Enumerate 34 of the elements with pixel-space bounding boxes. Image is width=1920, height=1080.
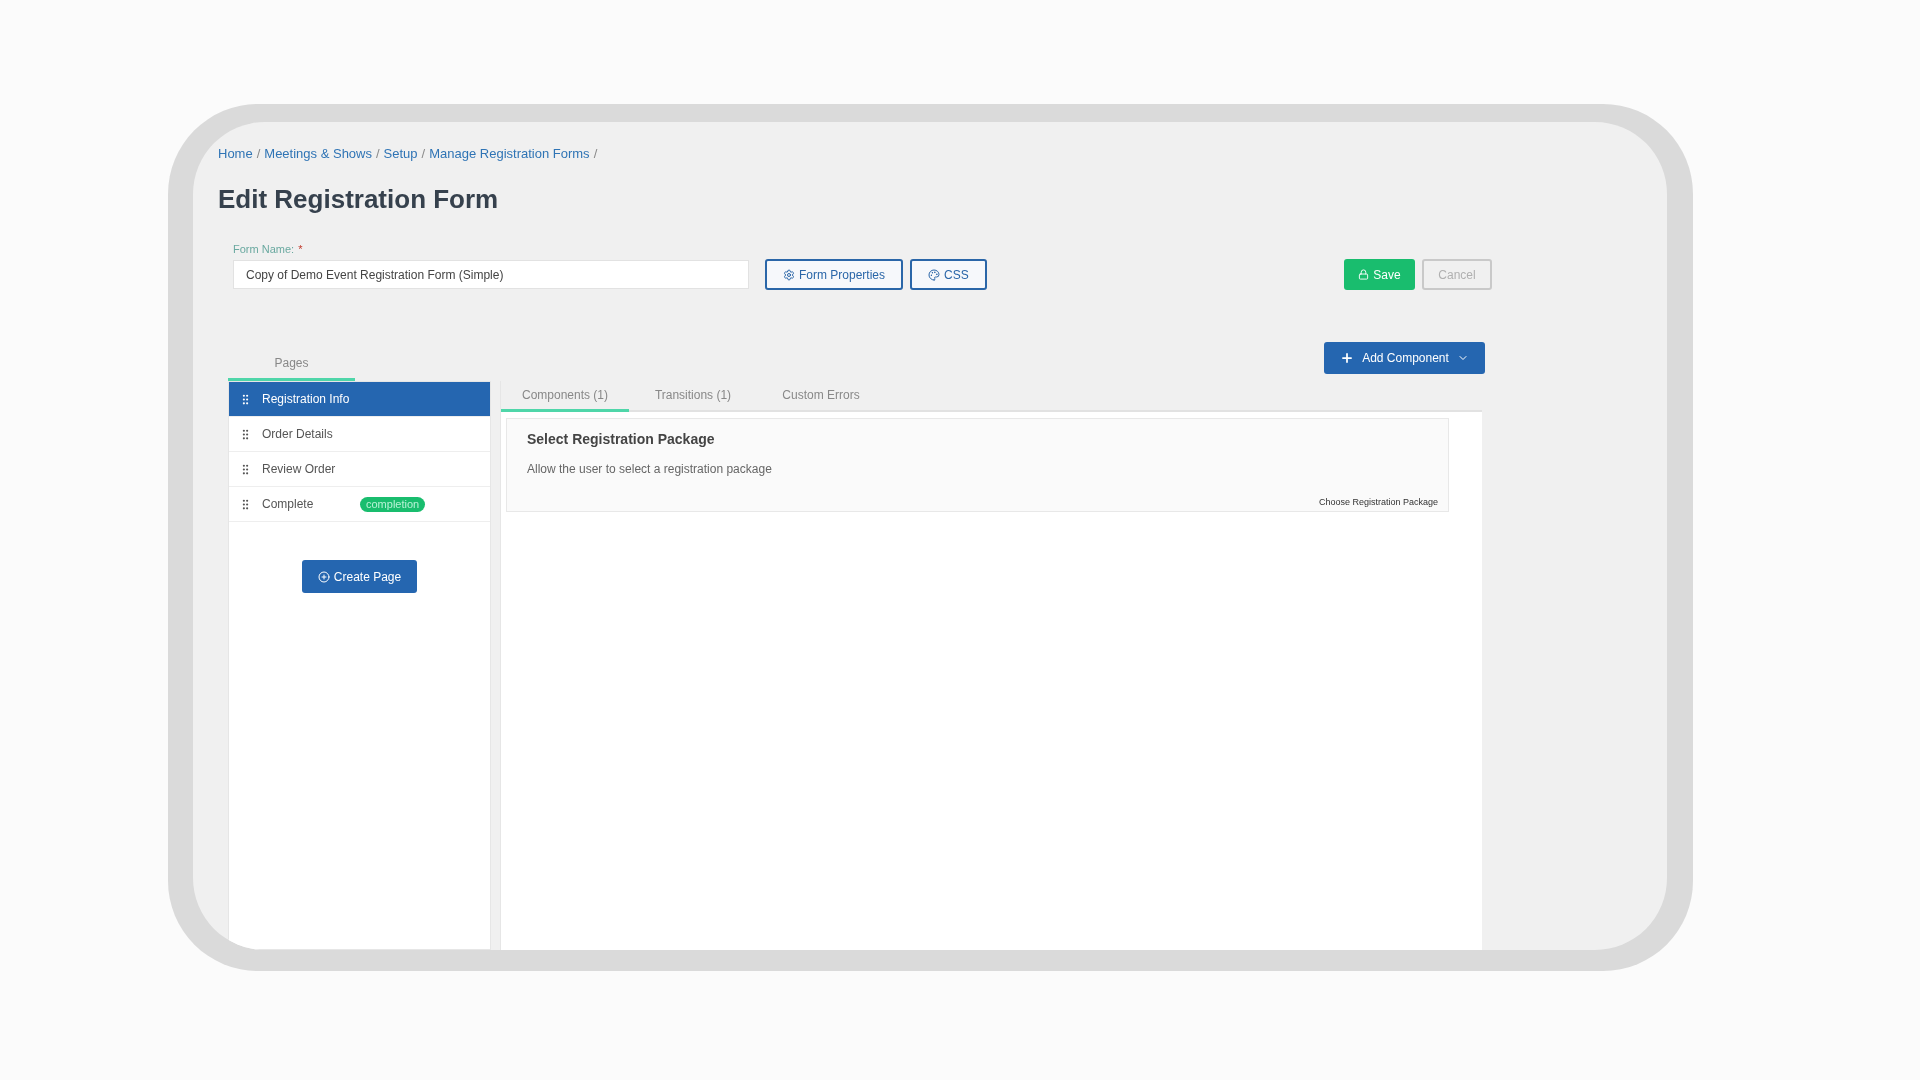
add-component-button[interactable]: Add Component bbox=[1324, 342, 1485, 374]
page-name: Complete bbox=[262, 496, 315, 513]
breadcrumb-link[interactable]: Manage Registration Forms bbox=[429, 144, 590, 164]
component-description: Allow the user to select a registration package bbox=[527, 461, 773, 478]
tab[interactable]: Transitions (1) bbox=[629, 381, 757, 412]
page-title: Edit Registration Form bbox=[218, 182, 500, 216]
page-item[interactable]: Registration Info bbox=[229, 382, 490, 417]
palette-icon bbox=[928, 268, 941, 281]
field-label: Form Name: bbox=[233, 241, 295, 257]
breadcrumb-link[interactable]: Setup bbox=[383, 144, 418, 164]
page-name: Review Order bbox=[262, 461, 337, 478]
component-title: Select Registration Package bbox=[527, 430, 716, 449]
breadcrumb-link[interactable]: Home bbox=[218, 144, 253, 164]
breadcrumb-separator: / bbox=[256, 145, 261, 163]
lock-icon bbox=[1358, 269, 1370, 280]
breadcrumb-separator: / bbox=[593, 145, 598, 163]
breadcrumb-separator: / bbox=[421, 145, 426, 163]
breadcrumb-separator: / bbox=[376, 145, 380, 163]
component-card[interactable]: Select Registration Package Allow the user to select a registration package Choose Registration Package bbox=[506, 418, 1449, 512]
required-mark: * bbox=[298, 241, 303, 257]
plus-circle-icon bbox=[317, 570, 330, 583]
tab[interactable]: Custom Errors bbox=[757, 381, 885, 412]
page-name: Order Details bbox=[262, 426, 334, 443]
properties-button[interactable]: Form Properties bbox=[765, 259, 904, 290]
breadcrumb-link[interactable]: Meetings & Shows bbox=[264, 144, 372, 164]
component-type: Choose Registration Package bbox=[1318, 495, 1438, 509]
plus-icon bbox=[1340, 351, 1355, 365]
css-button[interactable]: CSS bbox=[910, 259, 987, 290]
tab[interactable]: Components (1) bbox=[501, 381, 629, 412]
gear-icon bbox=[783, 268, 795, 281]
completion-badge: completion bbox=[360, 496, 426, 512]
create-page-button[interactable]: Create Page bbox=[302, 560, 417, 593]
page-name: Registration Info bbox=[262, 391, 350, 408]
form-name-field[interactable]: Copy of Demo Event Registration Form (Simple) bbox=[233, 260, 749, 289]
